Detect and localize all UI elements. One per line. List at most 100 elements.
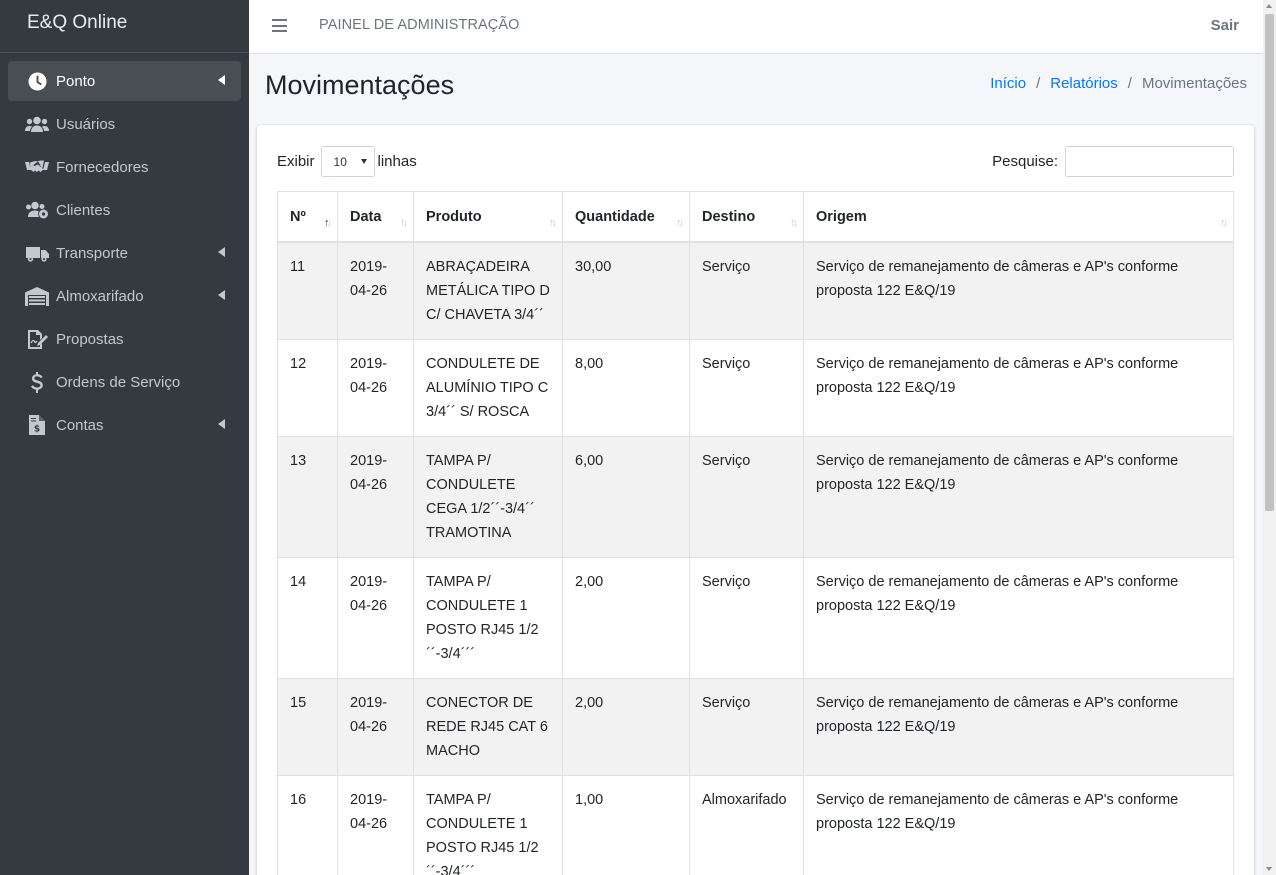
scrollbar-thumb[interactable]: [1265, 14, 1274, 511]
cell-numero: 13: [277, 436, 338, 558]
sidebar-item-transporte[interactable]: Transporte: [8, 233, 241, 273]
truck-icon: [24, 243, 50, 263]
dollar-icon: [24, 371, 50, 393]
svg-text:$: $: [34, 425, 40, 435]
page-length-select[interactable]: 10: [320, 146, 375, 177]
sidebar-item-ordens-de-servico[interactable]: Ordens de Serviço: [8, 362, 241, 402]
sidebar-item-label: Ponto: [56, 72, 96, 90]
cell-destino: Serviço: [689, 339, 804, 437]
sidebar-item-contas[interactable]: $ Contas: [8, 405, 241, 445]
cell-data: 2019-04-26: [337, 436, 414, 558]
cell-destino: Serviço: [689, 557, 804, 679]
cell-data: 2019-04-26: [337, 339, 414, 437]
sort-icon: ↑↓: [400, 217, 408, 229]
cell-data: 2019-04-26: [337, 678, 414, 776]
cell-origem: Serviço de remanejamento de câmeras e AP…: [803, 241, 1234, 340]
chevron-left-icon: [218, 290, 225, 300]
sidebar-item-label: Clientes: [56, 201, 111, 219]
cell-numero: 12: [277, 339, 338, 437]
users-icon: [24, 114, 50, 134]
cell-produto: CONECTOR DE REDE RJ45 CAT 6 MACHO: [413, 678, 563, 776]
column-header-numero[interactable]: Nº ↑↓: [277, 191, 338, 243]
table-row[interactable]: 14 2019-04-26 TAMPA P/ CONDULETE 1 POSTO…: [277, 557, 1234, 679]
sidebar-item-fornecedores[interactable]: Fornecedores: [8, 147, 241, 187]
cell-numero: 15: [277, 678, 338, 776]
column-header-origem[interactable]: Origem ↑↓: [803, 191, 1234, 243]
page-scrollbar[interactable]: [1263, 0, 1276, 875]
sidebar-item-propostas[interactable]: Propostas: [8, 319, 241, 359]
sidebar-item-label: Contas: [56, 416, 104, 434]
search-label: Pesquise:: [992, 153, 1058, 170]
cell-numero: 16: [277, 775, 338, 875]
chevron-left-icon: [218, 247, 225, 257]
sidebar-item-label: Transporte: [56, 244, 128, 262]
cell-origem: Serviço de remanejamento de câmeras e AP…: [803, 557, 1234, 679]
table-row[interactable]: 11 2019-04-26 ABRAÇADEIRA METÁLICA TIPO …: [277, 241, 1234, 340]
sort-icon: ↑↓: [790, 217, 798, 229]
sidebar-item-label: Fornecedores: [56, 158, 149, 176]
breadcrumb: Início / Relatórios / Movimentações: [990, 75, 1247, 92]
cell-origem: Serviço de remanejamento de câmeras e AP…: [803, 436, 1234, 558]
cell-data: 2019-04-26: [337, 775, 414, 875]
sidebar-item-clientes[interactable]: Clientes: [8, 190, 241, 230]
cell-quantidade: 8,00: [562, 339, 690, 437]
column-header-data[interactable]: Data ↑↓: [337, 191, 414, 243]
cell-origem: Serviço de remanejamento de câmeras e AP…: [803, 339, 1234, 437]
scroll-down-arrow-icon[interactable]: [1266, 867, 1272, 871]
column-header-destino[interactable]: Destino ↑↓: [689, 191, 804, 243]
rows-label: linhas: [377, 153, 417, 170]
caret-down-icon: [360, 159, 367, 164]
cell-quantidade: 6,00: [562, 436, 690, 558]
sidebar: E&Q Online Ponto Usuários Fornecedores C…: [0, 0, 249, 875]
search-input[interactable]: [1065, 146, 1234, 177]
sidebar-item-usuarios[interactable]: Usuários: [8, 104, 241, 144]
cell-destino: Serviço: [689, 241, 804, 340]
panel-title: PAINEL DE ADMINISTRAÇÃO: [319, 17, 520, 33]
column-header-produto[interactable]: Produto ↑↓: [413, 191, 563, 243]
chevron-left-icon: [218, 419, 225, 429]
scroll-up-arrow-icon[interactable]: [1266, 4, 1272, 8]
cell-destino: Serviço: [689, 678, 804, 776]
cell-destino: Serviço: [689, 436, 804, 558]
sort-icon: ↑↓: [676, 217, 684, 229]
cell-produto: TAMPA P/ CONDULETE 1 POSTO RJ45 1/2 ´´-3…: [413, 557, 563, 679]
cell-numero: 11: [277, 241, 338, 340]
page-title: Movimentações: [265, 70, 455, 100]
warehouse-icon: [24, 286, 50, 306]
cell-quantidade: 2,00: [562, 678, 690, 776]
page-length-value: 10: [333, 155, 347, 169]
table-row[interactable]: 13 2019-04-26 TAMPA P/ CONDULETE CEGA 1/…: [277, 436, 1234, 558]
users-cog-icon: [24, 200, 50, 220]
table-row[interactable]: 16 2019-04-26 TAMPA P/ CONDULETE 1 POSTO…: [277, 775, 1234, 875]
sort-icon: ↑↓: [1220, 217, 1228, 229]
clock-icon: [24, 71, 50, 91]
invoice-icon: $: [24, 415, 50, 435]
sidebar-nav: Ponto Usuários Fornecedores Clientes Tra…: [0, 53, 249, 456]
breadcrumb-relatorios[interactable]: Relatórios: [1050, 75, 1118, 92]
cell-origem: Serviço de remanejamento de câmeras e AP…: [803, 775, 1234, 875]
breadcrumb-inicio[interactable]: Início: [990, 75, 1026, 92]
cell-data: 2019-04-26: [337, 557, 414, 679]
handshake-icon: [24, 157, 50, 177]
brand-logo-text[interactable]: E&Q Online: [0, 0, 249, 53]
cell-destino: Almoxarifado: [689, 775, 804, 875]
sidebar-item-label: Ordens de Serviço: [56, 373, 181, 391]
hamburger-menu-icon[interactable]: [272, 19, 287, 32]
sidebar-item-almoxarifado[interactable]: Almoxarifado: [8, 276, 241, 316]
table-row[interactable]: 15 2019-04-26 CONECTOR DE REDE RJ45 CAT …: [277, 678, 1234, 776]
breadcrumb-separator: /: [1036, 75, 1041, 92]
breadcrumb-separator: /: [1127, 75, 1132, 92]
cell-quantidade: 1,00: [562, 775, 690, 875]
breadcrumb-current: Movimentações: [1141, 75, 1247, 92]
cell-numero: 14: [277, 557, 338, 679]
sidebar-item-label: Usuários: [56, 115, 116, 133]
sidebar-item-ponto[interactable]: Ponto: [8, 61, 241, 101]
show-label: Exibir: [277, 153, 315, 170]
movements-table: Nº ↑↓ Data ↑↓ Produto ↑↓ Quantidade ↑↓ Desti…: [277, 191, 1234, 875]
logout-link[interactable]: Sair: [1211, 17, 1239, 34]
column-header-quantidade[interactable]: Quantidade ↑↓: [562, 191, 690, 243]
table-header-row: Nº ↑↓ Data ↑↓ Produto ↑↓ Quantidade ↑↓ Desti…: [277, 191, 1234, 243]
sidebar-item-label: Propostas: [56, 330, 124, 348]
signature-icon: [24, 329, 50, 349]
table-row[interactable]: 12 2019-04-26 CONDULETE DE ALUMÍNIO TIPO…: [277, 339, 1234, 437]
